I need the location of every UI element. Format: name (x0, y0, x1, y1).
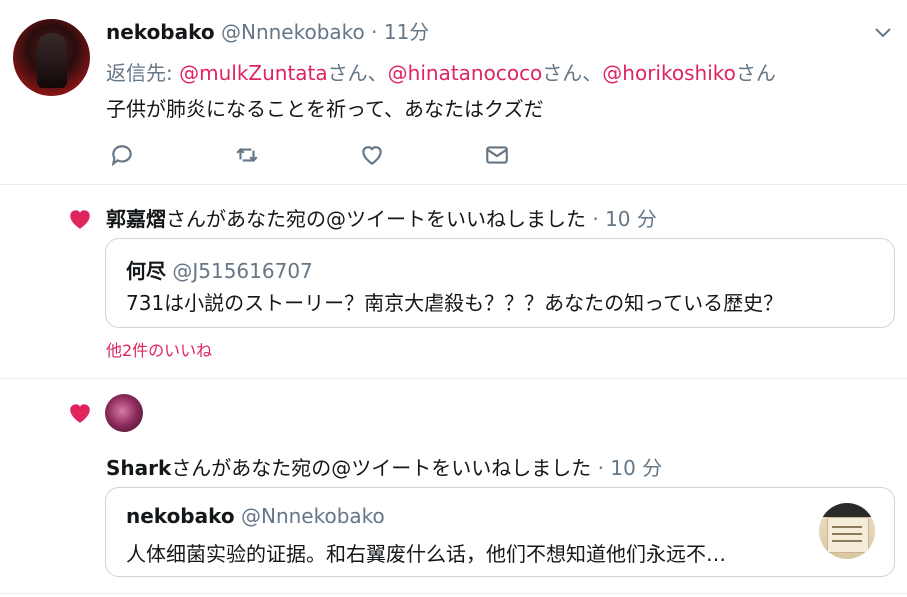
mention-suffix: さん (735, 61, 776, 85)
reply-prefix: 返信先: (106, 61, 173, 85)
divider (0, 184, 907, 185)
like-icon (362, 146, 382, 165)
mention-link[interactable]: @horikoshiko (602, 61, 736, 85)
notification-action: さんがあなた宛の@ツイートをいいねしました (171, 456, 592, 480)
mention-suffix: さん、 (542, 61, 603, 85)
notification-time: · 10 分 (597, 456, 663, 480)
author-name[interactable]: nekobako (106, 20, 215, 44)
media-thumbnail[interactable] (819, 503, 875, 559)
like-button[interactable] (357, 140, 387, 170)
tweet-header: nekobako @Nnnekobako · 11分 (106, 16, 429, 45)
card-text: 人体细菌实验的证据。和右翼废什么话，他们不想知道他们永远不… (126, 542, 726, 566)
card-author-name: nekobako (126, 504, 235, 528)
mention-suffix: さん、 (327, 61, 388, 85)
direct-message-button[interactable] (482, 140, 512, 170)
divider (0, 593, 907, 594)
notification-time: · 10 分 (592, 207, 657, 231)
card-header: 何尽 @J515616707 (126, 255, 313, 284)
more-likes-link[interactable]: 他2件のいいね (106, 337, 212, 361)
quoted-tweet-card[interactable]: 何尽 @J515616707 731は小説のストーリー？南京大虐殺も？？？あなた… (105, 238, 895, 328)
author-handle[interactable]: @Nnnekobako (221, 20, 365, 44)
mention-link[interactable]: @mulkZuntata (179, 61, 328, 85)
notification-action: さんがあなた宛の@ツイートをいいねしました (166, 207, 586, 231)
liker-name[interactable]: 郭嘉熠 (106, 207, 166, 231)
chevron-down-icon[interactable] (871, 20, 895, 44)
avatar[interactable] (13, 19, 90, 96)
reply-to-line: 返信先: @mulkZuntataさん、@hinatanococoさん、@hor… (106, 57, 776, 86)
retweet-icon (236, 148, 258, 162)
avatar-figure (37, 33, 67, 88)
retweet-button[interactable] (232, 140, 262, 170)
tweet-timestamp[interactable]: · 11分 (371, 20, 429, 44)
card-author-handle: @Nnnekobako (240, 504, 385, 528)
liker-name[interactable]: Shark (106, 456, 171, 480)
like-notification-text: 郭嘉熠さんがあなた宛の@ツイートをいいねしました · 10 分 (106, 203, 657, 232)
heart-icon (67, 400, 93, 426)
like-notification-text: Sharkさんがあなた宛の@ツイートをいいねしました · 10 分 (106, 452, 662, 481)
reply-icon (111, 145, 132, 167)
heart-icon (67, 206, 93, 232)
tweet-text: 子供が肺炎になることを祈って、あなたはクズだ (106, 97, 544, 121)
card-text: 731は小説のストーリー？南京大虐殺も？？？あなたの知っている歴史？ (126, 291, 784, 315)
card-header: nekobako @Nnnekobako (126, 504, 385, 528)
thumbnail-line (832, 526, 862, 528)
quoted-tweet-card[interactable]: nekobako @Nnnekobako 人体细菌实验的证据。和右翼废什么话，他… (105, 487, 895, 577)
mention-link[interactable]: @hinatanococo (388, 61, 543, 85)
avatar[interactable] (105, 394, 143, 432)
thumbnail-line (832, 540, 862, 542)
card-author-handle: @J515616707 (172, 259, 313, 283)
card-author-name: 何尽 (126, 259, 166, 283)
thumbnail-document (827, 517, 869, 553)
divider (0, 378, 907, 379)
thumbnail-line (832, 533, 862, 535)
reply-button[interactable] (107, 140, 137, 170)
direct-message-icon (486, 146, 508, 164)
